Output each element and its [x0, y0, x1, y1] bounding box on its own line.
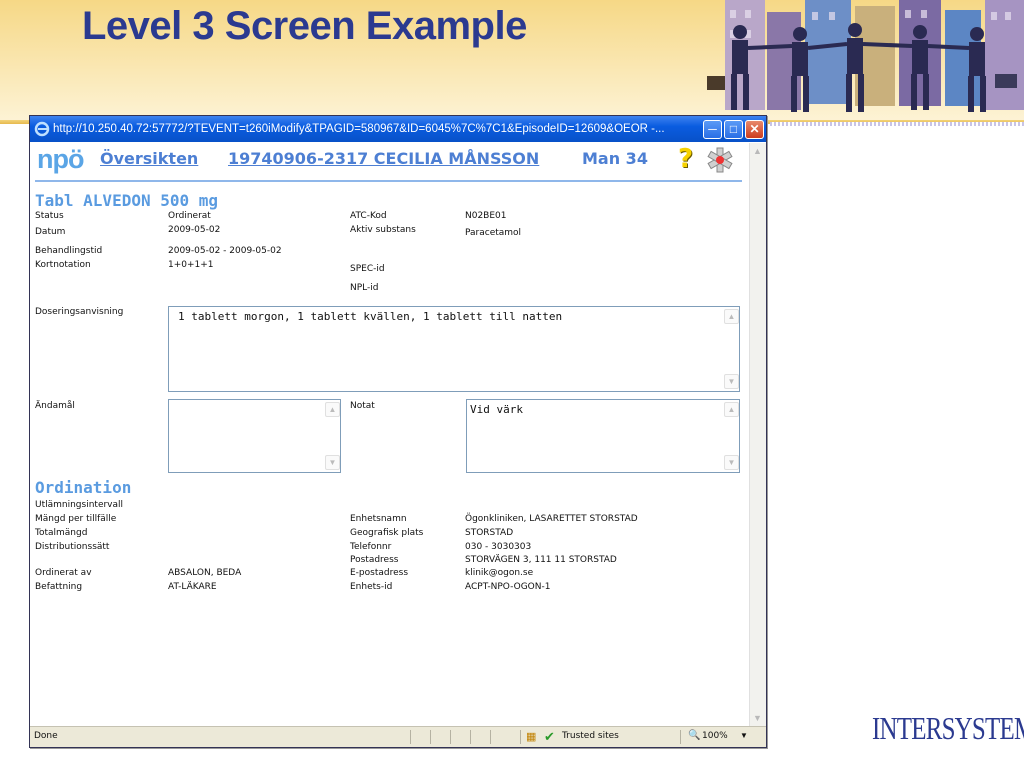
date-value: 2009-05-02	[168, 225, 221, 235]
atc-label: ATC-Kod	[350, 211, 387, 221]
npo-logo: npö	[37, 144, 84, 174]
maximize-button[interactable]: □	[724, 119, 743, 139]
dosage-textarea[interactable]: 1 tablett morgon, 1 tablett kvällen, 1 t…	[168, 306, 740, 392]
header-divider	[35, 180, 742, 182]
unit-name-value: Ögonkliniken, LASARETTET STORSTAD	[465, 514, 638, 524]
address-value: STORVÄGEN 3, 111 11 STORSTAD	[465, 555, 617, 565]
page-scrollbar[interactable]: ▲ ▼	[749, 143, 766, 726]
purpose-textarea[interactable]: ▲ ▼	[168, 399, 341, 473]
total-label: Totalmängd	[35, 528, 88, 538]
business-people-illustration	[707, 0, 1024, 112]
short-notation-value: 1+0+1+1	[168, 260, 214, 270]
trusted-check-icon: ✔	[544, 729, 555, 744]
atc-value: N02BE01	[465, 211, 507, 221]
scroll-up-icon[interactable]: ▲	[724, 402, 739, 417]
medical-star-icon[interactable]	[706, 147, 734, 173]
note-text: Vid värk	[470, 403, 523, 416]
spec-id-label: SPEC-id	[350, 264, 385, 274]
unit-id-label: Enhets-id	[350, 582, 393, 592]
close-button[interactable]: ✕	[745, 119, 764, 139]
drug-title: Tabl ALVEDON 500 mg	[35, 191, 219, 210]
note-scrollbar[interactable]: ▲ ▼	[723, 400, 739, 472]
period-value: 2009-05-02 - 2009-05-02	[168, 246, 282, 256]
status-divider	[520, 730, 521, 744]
dosage-label: Doseringsanvisning	[35, 307, 124, 317]
scroll-up-icon[interactable]: ▲	[724, 309, 739, 324]
substance-label: Aktiv substans	[350, 225, 416, 235]
purpose-scrollbar[interactable]: ▲ ▼	[324, 400, 340, 472]
substance-value: Paracetamol	[465, 228, 522, 238]
phone-label: Telefonnr	[350, 542, 392, 552]
npo-header: npö Översikten 19740906-2317 CECILIA MÅN…	[35, 143, 745, 181]
slide-title: Level 3 Screen Example	[82, 4, 527, 48]
ordination-title: Ordination	[35, 478, 132, 497]
status-divider	[470, 730, 471, 744]
email-value: klinik@ogon.se	[465, 568, 534, 578]
scroll-down-icon[interactable]: ▼	[724, 374, 739, 389]
note-textarea[interactable]: Vid värk ▲ ▼	[466, 399, 740, 473]
ordered-by-value: ABSALON, BEDA	[168, 568, 242, 578]
purpose-label: Ändamål	[35, 401, 75, 411]
scroll-down-icon[interactable]: ▼	[724, 455, 739, 470]
unit-name-label: Enhetsnamn	[350, 514, 407, 524]
minimize-button[interactable]: ─	[703, 119, 722, 139]
window-title-url: http://10.250.40.72:57772/?TEVENT=t260iM…	[53, 123, 665, 135]
internet-explorer-icon	[34, 121, 50, 137]
status-divider	[680, 730, 681, 744]
help-icon[interactable]: ?	[678, 144, 693, 174]
patient-link[interactable]: 19740906-2317 CECILIA MÅNSSON	[228, 149, 539, 168]
position-value: AT-LÄKARE	[168, 582, 217, 592]
amount-label: Mängd per tillfälle	[35, 514, 117, 524]
overview-link[interactable]: Översikten	[100, 149, 198, 168]
email-label: E-postadress	[350, 568, 409, 578]
status-divider	[450, 730, 451, 744]
zoom-icon: 🔍	[688, 730, 701, 741]
distribution-label: Distributionssätt	[35, 542, 110, 552]
scroll-down-icon[interactable]: ▼	[752, 712, 763, 724]
status-bar: Done ▦ ✔ Trusted sites 🔍 100% ▼	[30, 726, 766, 747]
npl-id-label: NPL-id	[350, 283, 379, 293]
patient-gender-age: Man 34	[582, 149, 648, 168]
ordered-by-label: Ordinerat av	[35, 568, 92, 578]
scroll-up-icon[interactable]: ▲	[325, 402, 340, 417]
page-content: npö Översikten 19740906-2317 CECILIA MÅN…	[30, 143, 750, 726]
phone-value: 030 - 3030303	[465, 542, 532, 552]
intersystems-logo: INTERSYSTEMS	[872, 710, 1024, 746]
short-notation-label: Kortnotation	[35, 260, 91, 270]
zoom-level[interactable]: 100%	[702, 731, 728, 741]
date-label: Datum	[35, 227, 66, 237]
unit-id-value: ACPT-NPO-OGON-1	[465, 582, 551, 592]
minimize-icon: ─	[708, 122, 717, 136]
maximize-icon: □	[729, 122, 738, 136]
scroll-down-icon[interactable]: ▼	[325, 455, 340, 470]
status-divider	[490, 730, 491, 744]
status-text: Done	[34, 731, 58, 741]
note-label: Notat	[350, 401, 375, 411]
geo-label: Geografisk plats	[350, 528, 424, 538]
geo-value: STORSTAD	[465, 528, 514, 538]
scroll-up-icon[interactable]: ▲	[752, 145, 763, 157]
close-icon: ✕	[749, 122, 760, 136]
security-lock-icon[interactable]: ▦	[526, 730, 536, 743]
position-label: Befattning	[35, 582, 83, 592]
window-titlebar[interactable]: http://10.250.40.72:57772/?TEVENT=t260iM…	[30, 116, 766, 142]
period-label: Behandlingstid	[35, 246, 103, 256]
status-label: Status	[35, 211, 64, 221]
dosage-text: 1 tablett morgon, 1 tablett kvällen, 1 t…	[178, 310, 563, 323]
status-value: Ordinerat	[168, 211, 211, 221]
status-divider	[430, 730, 431, 744]
status-divider	[410, 730, 411, 744]
chevron-down-icon[interactable]: ▼	[740, 731, 748, 740]
zone-text[interactable]: Trusted sites	[562, 731, 619, 741]
browser-window: http://10.250.40.72:57772/?TEVENT=t260iM…	[29, 115, 767, 748]
interval-label: Utlämningsintervall	[35, 500, 124, 510]
address-label: Postadress	[350, 555, 399, 565]
dosage-scrollbar[interactable]: ▲ ▼	[723, 307, 739, 391]
